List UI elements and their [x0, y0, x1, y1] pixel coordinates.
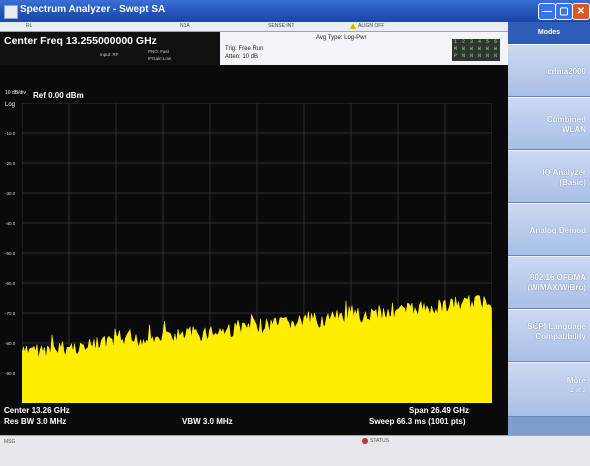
y-tick-label: -10.0: [5, 131, 16, 136]
softkey-label: Combined WLAN: [546, 115, 586, 134]
softkey-label: cdma2000: [547, 67, 586, 76]
span-footer: Span 26.49 GHz: [409, 406, 470, 415]
y-tick-label: -80.0: [5, 341, 16, 346]
y-tick-label: -90.0: [5, 371, 16, 376]
softkey-cdma2000[interactable]: cdma2000: [508, 44, 590, 97]
softkey-scpi-language[interactable]: SCPI Language Compatibility: [508, 309, 590, 362]
trace-row: P N N N N N: [454, 53, 499, 59]
softkey-label: SCPI Language Compatibility: [527, 322, 586, 341]
trace-row: 1 2 3 4 5 6: [454, 39, 499, 45]
maximize-button[interactable]: ▢: [555, 3, 573, 20]
spectrum-plot-panel: 10 dB/div Ref 0.00 dBm Log -10.0 -20.0 -…: [0, 65, 508, 435]
center-freq-text: Center Freq 13.255000000 GHz: [4, 35, 157, 47]
scale-label: 10 dB/div: [5, 90, 26, 96]
softkey-80216-ofdma[interactable]: 802.16 OFDMA (WiMAX/WiBro): [508, 256, 590, 309]
softkey-panel: Modes cdma2000 Combined WLAN IQ Analyzer…: [508, 22, 590, 435]
softkey-analog-demod[interactable]: Analog Demod: [508, 203, 590, 256]
input-label: Input: RF: [100, 52, 119, 57]
warning-icon: [350, 23, 356, 29]
close-button[interactable]: ✕: [572, 3, 590, 20]
softkey-label: IQ Analyzer (Basic): [542, 168, 586, 187]
softkey-sublabel: 2 of 3: [570, 388, 586, 394]
pno-label: PNO: Fast: [148, 49, 170, 54]
vbw-footer: VBW 3.0 MHz: [182, 417, 233, 426]
message-label: MSG: [4, 439, 16, 445]
message-statusbar: MSG STATUS: [0, 435, 590, 466]
y-tick-label: -70.0: [5, 311, 16, 316]
y-tick-label: -50.0: [5, 251, 16, 256]
center-freq-footer: Center 13.26 GHz: [4, 406, 70, 415]
trace-row: M W W W W W: [454, 46, 499, 52]
status-icon: [362, 438, 368, 444]
softkey-combined-wlan[interactable]: Combined WLAN: [508, 97, 590, 150]
rf-indicator: RL: [26, 23, 33, 29]
align-indicator: ALIGN OFF: [358, 23, 385, 29]
ref-level-label[interactable]: Ref 0.00 dBm: [33, 91, 84, 100]
atten-label: Atten: 10 dB: [225, 54, 259, 60]
status-strip: RL N1A SENSE:INT ALIGN OFF: [0, 22, 508, 32]
n1a-indicator: N1A: [180, 23, 190, 29]
window-titlebar: Spectrum Analyzer - Swept SA — ▢ ✕: [0, 0, 590, 22]
softkey-label: 802.16 OFDMA (WiMAX/WiBro): [527, 273, 586, 292]
spectrum-graticule[interactable]: [22, 103, 492, 403]
app-icon: [4, 5, 18, 19]
softkey-more[interactable]: More 2 of 3: [508, 362, 590, 417]
center-freq-box[interactable]: Center Freq 13.255000000 GHz Input: RF P…: [0, 32, 220, 65]
y-tick-label: -20.0: [5, 161, 16, 166]
y-tick-label: -30.0: [5, 191, 16, 196]
y-tick-label: -60.0: [5, 281, 16, 286]
trig-label: Trig: Free Run: [225, 46, 264, 52]
res-bw-footer: Res BW 3.0 MHz: [4, 417, 67, 426]
softkey-panel-title: Modes: [508, 22, 590, 44]
sense-indicator: SENSE:INT: [268, 23, 295, 29]
ifgain-label: IFGain:Low: [148, 56, 172, 61]
minimize-button[interactable]: —: [538, 3, 556, 20]
window-title: Spectrum Analyzer - Swept SA: [20, 4, 166, 15]
log-label: Log: [5, 102, 16, 108]
y-tick-label: -40.0: [5, 221, 16, 226]
softkey-label: More: [566, 376, 586, 385]
sweep-footer: Sweep 66.3 ms (1001 pts): [369, 417, 466, 426]
avg-type-label: Avg Type: Log-Pwr: [316, 35, 367, 41]
softkey-iq-analyzer[interactable]: IQ Analyzer (Basic): [508, 150, 590, 203]
softkey-label: Analog Demod: [529, 226, 586, 235]
status-label: STATUS: [370, 438, 389, 444]
trace-indicator: 1 2 3 4 5 6 M W W W W W P N N N N N: [452, 39, 500, 61]
measurement-infobar: Center Freq 13.255000000 GHz Input: RF P…: [0, 32, 508, 65]
